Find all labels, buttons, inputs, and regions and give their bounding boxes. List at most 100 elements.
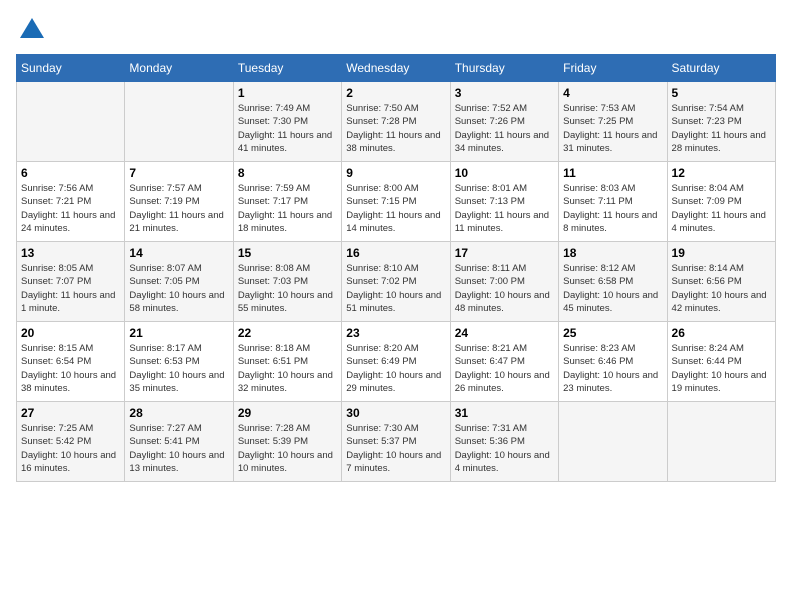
day-detail: Sunrise: 8:15 AMSunset: 6:54 PMDaylight:… <box>21 342 120 395</box>
day-detail: Sunrise: 8:01 AMSunset: 7:13 PMDaylight:… <box>455 182 554 235</box>
day-number: 4 <box>563 86 662 100</box>
day-cell: 13 Sunrise: 8:05 AMSunset: 7:07 PMDayligh… <box>17 242 125 322</box>
day-cell <box>17 82 125 162</box>
day-cell: 12Sunrise: 8:04 AMSunset: 7:09 PMDayligh… <box>667 162 775 242</box>
day-detail: Sunrise: 8:05 AMSunset: 7:07 PMDaylight:… <box>21 262 120 315</box>
day-number: 14 <box>129 246 228 260</box>
day-detail: Sunrise: 8:23 AMSunset: 6:46 PMDaylight:… <box>563 342 662 395</box>
calendar-table: SundayMondayTuesdayWednesdayThursdayFrid… <box>16 54 776 482</box>
day-detail: Sunrise: 8:24 AMSunset: 6:44 PMDaylight:… <box>672 342 771 395</box>
day-cell: 7Sunrise: 7:57 AMSunset: 7:19 PMDaylight… <box>125 162 233 242</box>
day-detail: Sunrise: 8:20 AMSunset: 6:49 PMDaylight:… <box>346 342 445 395</box>
day-cell: 20 Sunrise: 8:15 AMSunset: 6:54 PMDayligh… <box>17 322 125 402</box>
day-cell: 24 Sunrise: 8:21 AMSunset: 6:47 PMDayligh… <box>450 322 558 402</box>
day-number: 25 <box>563 326 662 340</box>
day-detail: Sunrise: 7:31 AMSunset: 5:36 PMDaylight:… <box>455 422 554 475</box>
day-number: 23 <box>346 326 445 340</box>
day-cell: 1 Sunrise: 7:49 AMSunset: 7:30 PMDaylight… <box>233 82 341 162</box>
day-detail: Sunrise: 8:11 AMSunset: 7:00 PMDaylight:… <box>455 262 554 315</box>
day-detail: Sunrise: 8:12 AMSunset: 6:58 PMDaylight:… <box>563 262 662 315</box>
day-cell <box>125 82 233 162</box>
day-detail: Sunrise: 7:56 AMSunset: 7:21 PMDaylight:… <box>21 182 120 235</box>
day-number: 30 <box>346 406 445 420</box>
day-detail: Sunrise: 8:04 AMSunset: 7:09 PMDaylight:… <box>672 182 771 235</box>
day-header-sunday: Sunday <box>17 55 125 82</box>
day-number: 26 <box>672 326 771 340</box>
day-cell: 8 Sunrise: 7:59 AMSunset: 7:17 PMDaylight… <box>233 162 341 242</box>
day-detail: Sunrise: 7:53 AMSunset: 7:25 PMDaylight:… <box>563 102 662 155</box>
day-number: 13 <box>21 246 120 260</box>
day-detail: Sunrise: 8:17 AMSunset: 6:53 PMDaylight:… <box>129 342 228 395</box>
day-cell: 25 Sunrise: 8:23 AMSunset: 6:46 PMDayligh… <box>559 322 667 402</box>
day-cell: 22 Sunrise: 8:18 AMSunset: 6:51 PMDayligh… <box>233 322 341 402</box>
day-cell: 14 Sunrise: 8:07 AMSunset: 7:05 PMDayligh… <box>125 242 233 322</box>
day-cell: 10Sunrise: 8:01 AMSunset: 7:13 PMDayligh… <box>450 162 558 242</box>
day-detail: Sunrise: 7:50 AMSunset: 7:28 PMDaylight:… <box>346 102 445 155</box>
day-number: 16 <box>346 246 445 260</box>
day-detail: Sunrise: 7:25 AMSunset: 5:42 PMDaylight:… <box>21 422 120 475</box>
day-cell: 9 Sunrise: 8:00 AMSunset: 7:15 PMDaylight… <box>342 162 450 242</box>
day-detail: Sunrise: 8:18 AMSunset: 6:51 PMDaylight:… <box>238 342 337 395</box>
day-number: 29 <box>238 406 337 420</box>
day-cell <box>559 402 667 482</box>
day-cell: 15 Sunrise: 8:08 AMSunset: 7:03 PMDayligh… <box>233 242 341 322</box>
day-detail: Sunrise: 7:30 AMSunset: 5:37 PMDaylight:… <box>346 422 445 475</box>
day-detail: Sunrise: 7:59 AMSunset: 7:17 PMDaylight:… <box>238 182 337 235</box>
day-number: 5 <box>672 86 771 100</box>
day-cell: 2Sunrise: 7:50 AMSunset: 7:28 PMDaylight… <box>342 82 450 162</box>
day-number: 24 <box>455 326 554 340</box>
day-number: 6 <box>21 166 120 180</box>
day-number: 3 <box>455 86 554 100</box>
day-cell: 21 Sunrise: 8:17 AMSunset: 6:53 PMDayligh… <box>125 322 233 402</box>
week-row-2: 6 Sunrise: 7:56 AMSunset: 7:21 PMDaylight… <box>17 162 776 242</box>
day-cell: 17 Sunrise: 8:11 AMSunset: 7:00 PMDayligh… <box>450 242 558 322</box>
day-cell: 5 Sunrise: 7:54 AMSunset: 7:23 PMDaylight… <box>667 82 775 162</box>
day-cell: 26 Sunrise: 8:24 AMSunset: 6:44 PMDayligh… <box>667 322 775 402</box>
day-cell: 4 Sunrise: 7:53 AMSunset: 7:25 PMDaylight… <box>559 82 667 162</box>
day-detail: Sunrise: 8:07 AMSunset: 7:05 PMDaylight:… <box>129 262 228 315</box>
week-row-3: 13 Sunrise: 8:05 AMSunset: 7:07 PMDayligh… <box>17 242 776 322</box>
day-cell: 3 Sunrise: 7:52 AMSunset: 7:26 PMDaylight… <box>450 82 558 162</box>
day-number: 11 <box>563 166 662 180</box>
day-cell: 16 Sunrise: 8:10 AMSunset: 7:02 PMDayligh… <box>342 242 450 322</box>
day-cell: 28 Sunrise: 7:27 AMSunset: 5:41 PMDayligh… <box>125 402 233 482</box>
day-detail: Sunrise: 7:54 AMSunset: 7:23 PMDaylight:… <box>672 102 771 155</box>
day-number: 20 <box>21 326 120 340</box>
day-number: 31 <box>455 406 554 420</box>
day-cell: 6 Sunrise: 7:56 AMSunset: 7:21 PMDaylight… <box>17 162 125 242</box>
day-number: 8 <box>238 166 337 180</box>
day-cell <box>667 402 775 482</box>
day-detail: Sunrise: 7:28 AMSunset: 5:39 PMDaylight:… <box>238 422 337 475</box>
day-detail: Sunrise: 8:08 AMSunset: 7:03 PMDaylight:… <box>238 262 337 315</box>
page-header <box>16 16 776 44</box>
day-header-wednesday: Wednesday <box>342 55 450 82</box>
day-cell: 18Sunrise: 8:12 AMSunset: 6:58 PMDayligh… <box>559 242 667 322</box>
day-number: 22 <box>238 326 337 340</box>
day-number: 27 <box>21 406 120 420</box>
day-detail: Sunrise: 8:10 AMSunset: 7:02 PMDaylight:… <box>346 262 445 315</box>
day-number: 21 <box>129 326 228 340</box>
day-number: 7 <box>129 166 228 180</box>
day-number: 17 <box>455 246 554 260</box>
day-detail: Sunrise: 7:49 AMSunset: 7:30 PMDaylight:… <box>238 102 337 155</box>
day-detail: Sunrise: 7:27 AMSunset: 5:41 PMDaylight:… <box>129 422 228 475</box>
day-cell: 19 Sunrise: 8:14 AMSunset: 6:56 PMDayligh… <box>667 242 775 322</box>
day-header-friday: Friday <box>559 55 667 82</box>
day-header-monday: Monday <box>125 55 233 82</box>
day-detail: Sunrise: 8:14 AMSunset: 6:56 PMDaylight:… <box>672 262 771 315</box>
day-cell: 11Sunrise: 8:03 AMSunset: 7:11 PMDayligh… <box>559 162 667 242</box>
week-row-5: 27 Sunrise: 7:25 AMSunset: 5:42 PMDayligh… <box>17 402 776 482</box>
day-detail: Sunrise: 8:21 AMSunset: 6:47 PMDaylight:… <box>455 342 554 395</box>
day-number: 9 <box>346 166 445 180</box>
day-number: 19 <box>672 246 771 260</box>
day-number: 28 <box>129 406 228 420</box>
day-detail: Sunrise: 7:52 AMSunset: 7:26 PMDaylight:… <box>455 102 554 155</box>
day-cell: 27 Sunrise: 7:25 AMSunset: 5:42 PMDayligh… <box>17 402 125 482</box>
day-cell: 30 Sunrise: 7:30 AMSunset: 5:37 PMDayligh… <box>342 402 450 482</box>
day-detail: Sunrise: 8:00 AMSunset: 7:15 PMDaylight:… <box>346 182 445 235</box>
day-header-saturday: Saturday <box>667 55 775 82</box>
day-number: 1 <box>238 86 337 100</box>
logo <box>16 16 46 44</box>
day-number: 15 <box>238 246 337 260</box>
day-header-thursday: Thursday <box>450 55 558 82</box>
